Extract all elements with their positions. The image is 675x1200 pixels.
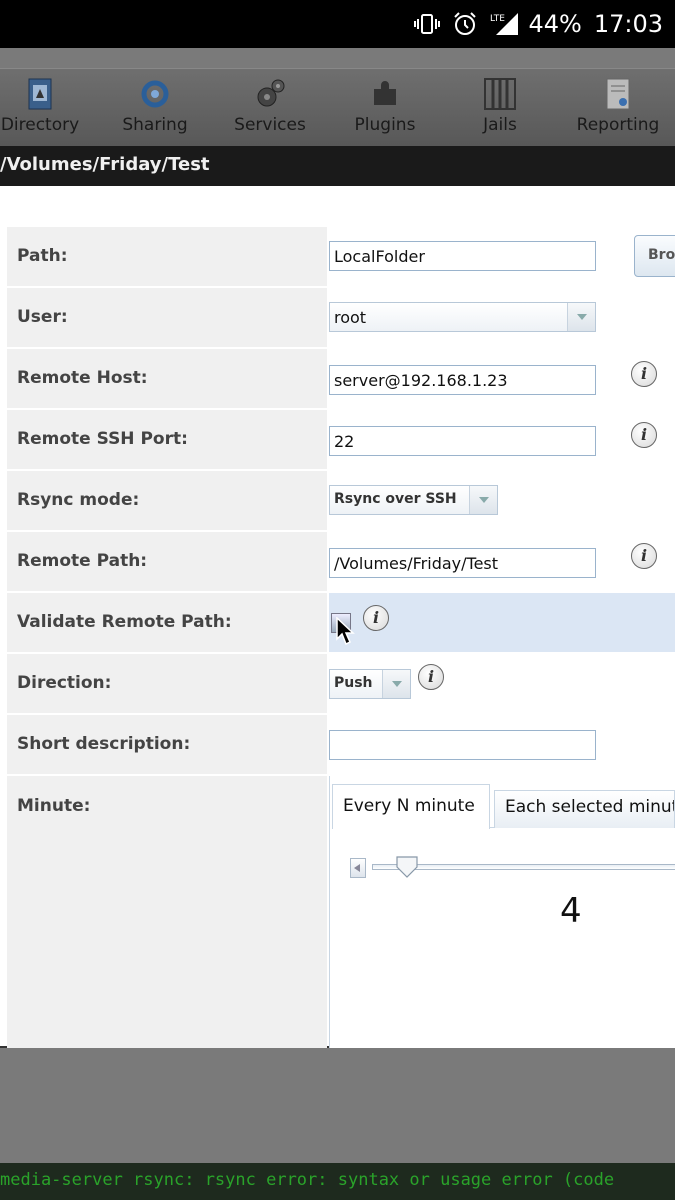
nav-label: Directory xyxy=(0,115,80,135)
battery-percent: 44% xyxy=(528,10,582,38)
user-row: User: root xyxy=(7,288,675,349)
info-icon[interactable]: i xyxy=(363,605,389,631)
rsync-task-dialog: Path: LocalFolder Browse User: root Remo… xyxy=(0,186,675,1051)
status-bar: LTE 44% 17:03 xyxy=(0,0,675,48)
chevron-down-icon xyxy=(567,303,595,331)
nav-label: Reporting xyxy=(576,115,660,135)
chevron-down-icon xyxy=(469,486,497,514)
rsync-mode-value: Rsync over SSH xyxy=(334,491,457,507)
nav-reporting[interactable]: Reporting xyxy=(563,77,673,143)
nav-directory[interactable]: Directory xyxy=(0,77,95,143)
svg-text:LTE: LTE xyxy=(490,14,505,24)
plugins-icon xyxy=(368,77,402,111)
reporting-icon xyxy=(601,77,635,111)
direction-select[interactable]: Push xyxy=(329,669,411,699)
rsync-form: Path: LocalFolder Browse User: root Remo… xyxy=(7,227,675,1051)
clock: 17:03 xyxy=(593,10,663,38)
browse-button[interactable]: Browse xyxy=(634,235,675,277)
validate-remote-path-row: Validate Remote Path: i xyxy=(7,593,675,654)
nav-label: Sharing xyxy=(122,115,188,135)
minute-label: Minute: xyxy=(7,776,327,1051)
background-overlay xyxy=(0,1048,675,1163)
chevron-down-icon xyxy=(382,670,410,698)
slider-thumb[interactable] xyxy=(396,856,418,878)
remote-path-label: Remote Path: xyxy=(7,532,327,591)
terminal-output: media-server rsync: rsync error: syntax … xyxy=(0,1163,675,1200)
info-icon[interactable]: i xyxy=(631,543,657,569)
slider-decrement-button[interactable] xyxy=(350,858,366,878)
services-icon xyxy=(253,77,287,111)
breadcrumb: /Volumes/Friday/Test xyxy=(0,146,675,186)
nav-jails[interactable]: Jails xyxy=(445,77,555,143)
path-input[interactable]: LocalFolder xyxy=(329,241,596,271)
remote-host-row: Remote Host: server@192.168.1.23 i xyxy=(7,349,675,410)
direction-label: Direction: xyxy=(7,654,327,713)
short-description-input[interactable] xyxy=(329,730,596,760)
remote-host-label: Remote Host: xyxy=(7,349,327,408)
nav-services[interactable]: Services xyxy=(215,77,325,143)
direction-row: Direction: Push i xyxy=(7,654,675,715)
rsync-mode-select[interactable]: Rsync over SSH xyxy=(329,485,498,515)
minute-slider[interactable] xyxy=(350,856,675,880)
tab-every-n-minute[interactable]: Every N minute xyxy=(332,784,490,829)
path-row: Path: LocalFolder Browse xyxy=(7,227,675,288)
jails-icon xyxy=(483,77,517,111)
directory-icon xyxy=(23,77,57,111)
sharing-icon xyxy=(138,77,172,111)
remote-ssh-port-input[interactable]: 22 xyxy=(329,426,596,456)
remote-host-input[interactable]: server@192.168.1.23 xyxy=(329,365,596,395)
nav-label: Services xyxy=(234,115,306,135)
info-icon[interactable]: i xyxy=(631,422,657,448)
app-window: Directory Sharing Services Plugins Jails xyxy=(0,48,675,1200)
user-select[interactable]: root xyxy=(329,302,596,332)
user-label: User: xyxy=(7,288,327,347)
path-label: Path: xyxy=(7,227,327,286)
minute-tabs: Every N minute Each selected minute xyxy=(332,784,675,829)
nav-plugins[interactable]: Plugins xyxy=(330,77,440,143)
lte-signal-icon: LTE xyxy=(490,11,519,37)
minute-row: Minute: Every N minute Each selected min… xyxy=(7,776,675,1051)
info-icon[interactable]: i xyxy=(631,361,657,387)
remote-ssh-port-label: Remote SSH Port: xyxy=(7,410,327,469)
info-icon[interactable]: i xyxy=(418,664,444,690)
rsync-mode-row: Rsync mode: Rsync over SSH xyxy=(7,471,675,532)
alarm-icon xyxy=(452,11,478,37)
top-nav: Directory Sharing Services Plugins Jails xyxy=(0,68,675,146)
nav-sharing[interactable]: Sharing xyxy=(100,77,210,143)
user-select-value: root xyxy=(334,308,367,327)
remote-path-input[interactable]: /Volumes/Friday/Test xyxy=(329,548,596,578)
tab-each-selected-minute[interactable]: Each selected minute xyxy=(494,790,675,828)
nav-label: Plugins xyxy=(354,115,416,135)
remote-path-row: Remote Path: /Volumes/Friday/Test i xyxy=(7,532,675,593)
slider-value: 4 xyxy=(560,891,582,931)
mouse-cursor-icon xyxy=(336,617,355,646)
short-description-label: Short description: xyxy=(7,715,327,774)
direction-value: Push xyxy=(334,675,373,691)
short-description-row: Short description: xyxy=(7,715,675,776)
rsync-mode-label: Rsync mode: xyxy=(7,471,327,530)
nav-label: Jails xyxy=(483,115,517,135)
validate-remote-path-label: Validate Remote Path: xyxy=(7,593,327,652)
vibrate-icon xyxy=(414,11,441,37)
remote-ssh-port-row: Remote SSH Port: 22 i xyxy=(7,410,675,471)
